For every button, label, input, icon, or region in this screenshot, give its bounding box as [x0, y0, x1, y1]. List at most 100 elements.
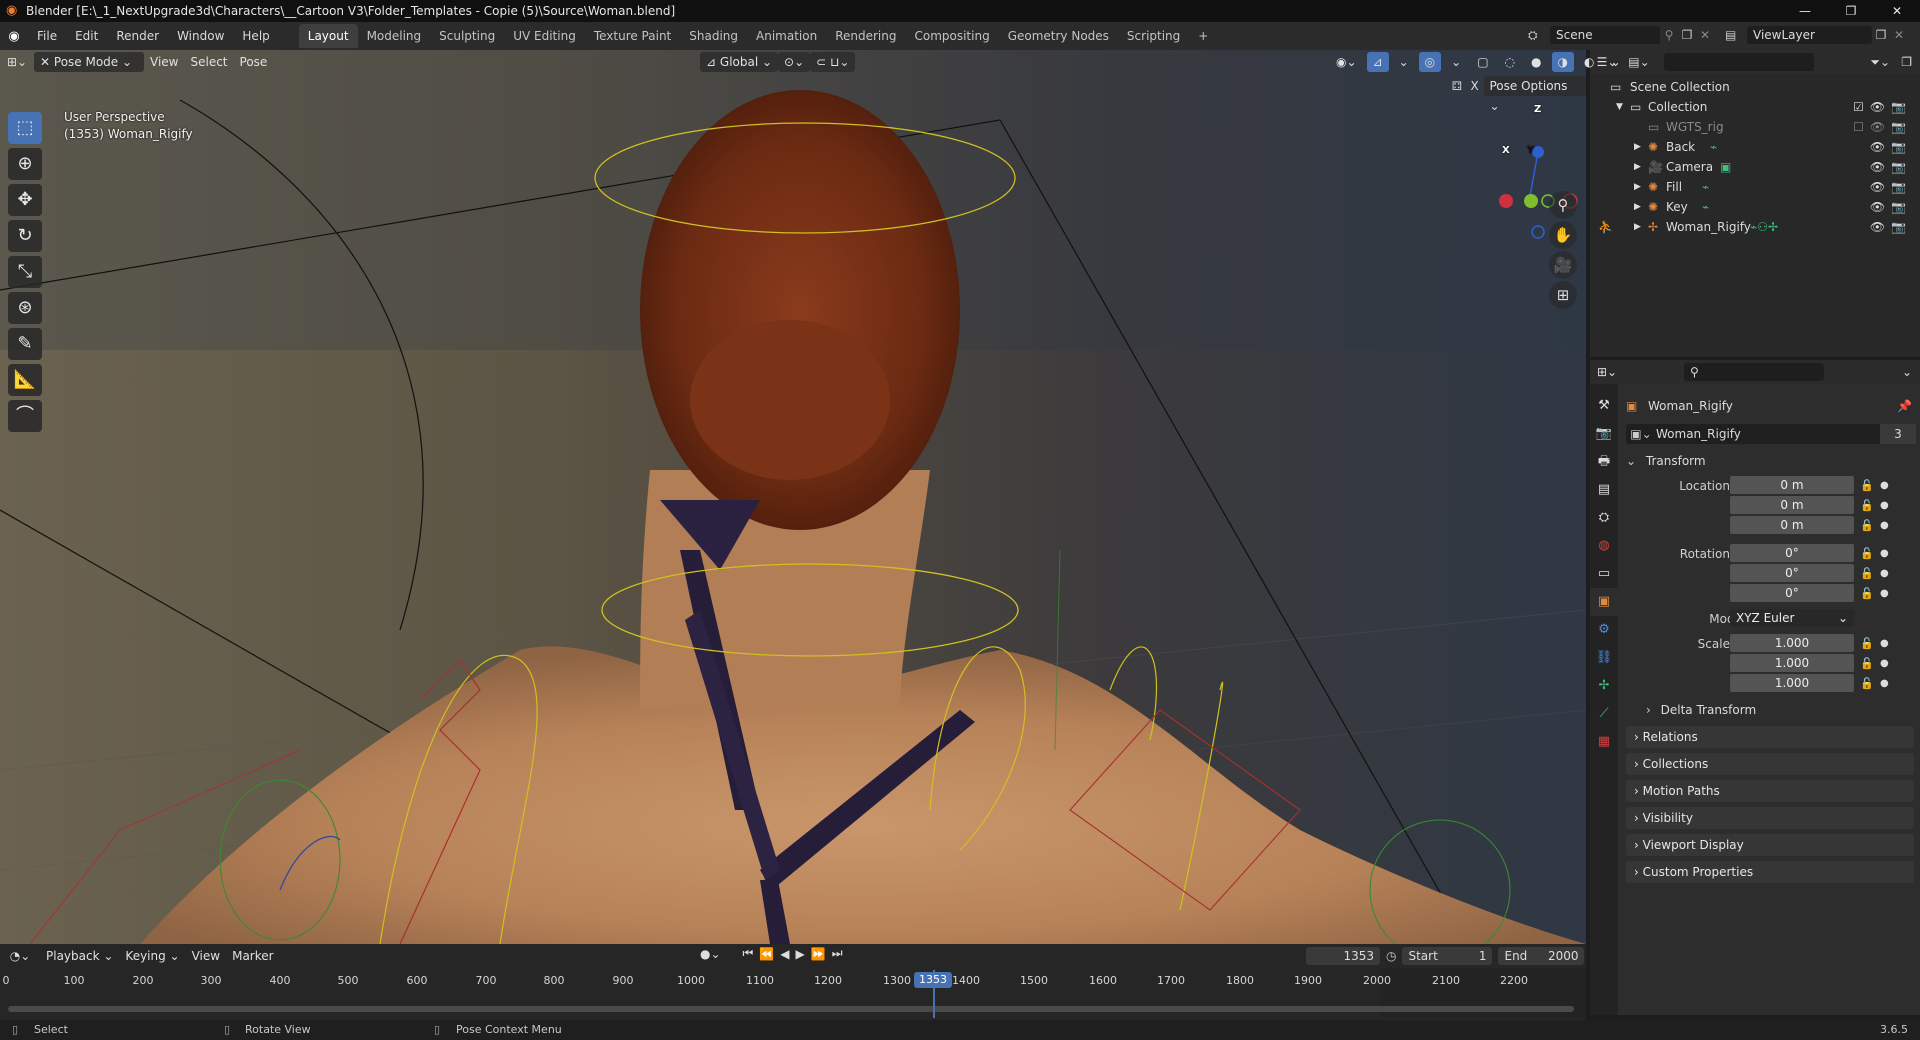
expand-arrow-icon[interactable]: ▶ [1634, 197, 1641, 217]
view-layer-selector[interactable]: ViewLayer [1747, 26, 1872, 44]
gizmo-x-label[interactable]: X [1502, 145, 1510, 156]
lock-icon[interactable]: 🔓 [1860, 654, 1874, 674]
scale-tool-icon[interactable]: ⤡ [8, 256, 42, 288]
tab-texture-paint[interactable]: Texture Paint [585, 24, 680, 48]
lock-icon[interactable]: 🔓 [1860, 476, 1874, 496]
tool-tab-icon[interactable]: ⚒ [1590, 392, 1618, 420]
scene-tab-icon[interactable]: ⛭ [1590, 504, 1618, 532]
modifiers-tab-icon[interactable]: ⚙ [1590, 616, 1618, 644]
menu-view[interactable]: View [144, 52, 184, 72]
material-shading-icon[interactable]: ◑ [1551, 52, 1574, 72]
keyframe-dot-icon[interactable]: ● [1880, 496, 1889, 516]
outliner-search-input[interactable] [1664, 53, 1814, 71]
lock-icon[interactable]: 🔓 [1860, 674, 1874, 694]
tab-geometry-nodes[interactable]: Geometry Nodes [999, 24, 1118, 48]
current-frame-field[interactable]: 1353 [1306, 947, 1380, 965]
tab-rendering[interactable]: Rendering [826, 24, 905, 48]
blender-menu-icon[interactable]: ◉ [0, 29, 28, 44]
object-tab-icon[interactable]: ▣ [1590, 588, 1618, 616]
annotate-tool-icon[interactable]: ✎ [8, 328, 42, 360]
xray-toggle-icon[interactable]: ▢ [1471, 52, 1494, 72]
transform-tool-icon[interactable]: ⊛ [8, 292, 42, 324]
location-y-field[interactable]: 0 m [1730, 496, 1854, 514]
tab-modeling[interactable]: Modeling [358, 24, 431, 48]
menu-keying[interactable]: Keying ⌄ [119, 946, 185, 966]
playhead-label[interactable]: 1353 [914, 972, 952, 988]
keyframe-dot-icon[interactable]: ● [1880, 674, 1889, 694]
scene-pin-icon[interactable]: ⚲ [1660, 28, 1678, 42]
properties-editor-icon[interactable]: ⊞⌄ [1590, 365, 1624, 379]
lock-icon[interactable]: 🔓 [1860, 544, 1874, 564]
visibility-icon[interactable]: ◉⌄ [1330, 52, 1363, 72]
bone-tab-icon[interactable]: ⟋ [1590, 700, 1618, 728]
jump-start-icon[interactable]: ⏮ [743, 946, 754, 961]
panel-collections[interactable]: › Collections [1626, 753, 1914, 775]
constraints-tab-icon[interactable]: ⛓ [1590, 644, 1618, 672]
x-mirror-icon[interactable]: ⚃ [1448, 79, 1466, 93]
overlays-dropdown-icon[interactable]: ⌄ [1445, 52, 1467, 72]
panel-viewport-display[interactable]: › Viewport Display [1626, 834, 1914, 856]
location-z-field[interactable]: 0 m [1730, 516, 1854, 534]
gizmo-dropdown-icon[interactable]: ⌄ [1393, 52, 1415, 72]
start-frame-field[interactable]: Start 1 [1402, 947, 1493, 965]
tab-shading[interactable]: Shading [680, 24, 747, 48]
clock-icon[interactable]: ◷ [1386, 949, 1396, 963]
location-x-field[interactable]: 0 m [1730, 476, 1854, 494]
outliner-collection-row[interactable]: ▼ ▭ Collection ☑👁📷 [1590, 97, 1920, 117]
menu-help[interactable]: Help [233, 24, 278, 48]
play-reverse-icon[interactable]: ◀ [780, 947, 789, 961]
keyframe-dot-icon[interactable]: ● [1880, 564, 1889, 584]
play-icon[interactable]: ▶ [796, 947, 805, 961]
outliner-item-fill[interactable]: ▶ ✺ Fill ⌁ 👁📷 [1590, 177, 1920, 197]
output-tab-icon[interactable]: 🖶 [1590, 448, 1618, 476]
scale-x-field[interactable]: 1.000 [1730, 634, 1854, 652]
transform-orientation-dropdown[interactable]: ⊿ Global ⌄ [700, 52, 779, 72]
texture-tab-icon[interactable]: ▦ [1590, 728, 1618, 756]
woman-rigify-visibility-icons[interactable]: 👁📷 [1870, 217, 1912, 237]
tab-sculpting[interactable]: Sculpting [430, 24, 504, 48]
datablock-users-count[interactable]: 3 [1880, 424, 1916, 444]
add-workspace-button[interactable]: + [1189, 24, 1217, 48]
pivot-point-icon[interactable]: ⊙⌄ [778, 52, 811, 72]
timeline-editor-icon[interactable]: ◔⌄ [0, 949, 40, 963]
scene-selector[interactable]: Scene [1550, 26, 1660, 44]
tab-compositing[interactable]: Compositing [905, 24, 998, 48]
tab-layout[interactable]: Layout [298, 24, 358, 48]
gizmo-toggle-icon[interactable]: ⊿ [1366, 52, 1389, 72]
lock-icon[interactable]: 🔓 [1860, 584, 1874, 604]
lock-icon[interactable]: 🔓 [1860, 634, 1874, 654]
menu-render[interactable]: Render [107, 24, 168, 48]
3d-viewport[interactable]: Z X Y User Perspective (1353) Woman_Rigi… [0, 50, 1586, 944]
keyframe-dot-icon[interactable]: ● [1880, 476, 1889, 496]
solid-shading-icon[interactable]: ● [1525, 52, 1547, 72]
rotation-y-field[interactable]: 0° [1730, 564, 1854, 582]
outliner-display-mode-icon[interactable]: ▤⌄ [1624, 55, 1654, 69]
gizmo-y-label[interactable]: Y [1527, 145, 1534, 156]
expand-arrow-icon[interactable]: ▶ [1634, 157, 1641, 177]
expand-arrow-icon[interactable]: ▼ [1616, 97, 1623, 117]
zoom-icon[interactable]: ⚲ [1549, 191, 1577, 219]
record-icon[interactable]: ●⌄ [700, 947, 721, 961]
menu-file[interactable]: File [28, 24, 66, 48]
outliner-item-key[interactable]: ▶ ✺ Key ⌁ 👁📷 [1590, 197, 1920, 217]
outliner-filter-icon[interactable]: ⏷⌄ [1870, 55, 1890, 70]
tab-scripting[interactable]: Scripting [1118, 24, 1189, 48]
lock-icon[interactable]: 🔓 [1860, 564, 1874, 584]
scale-z-field[interactable]: 1.000 [1730, 674, 1854, 692]
rotation-x-field[interactable]: 0° [1730, 544, 1854, 562]
properties-search-input[interactable]: ⚲ [1684, 363, 1824, 381]
menu-select[interactable]: Select [184, 52, 233, 72]
end-frame-field[interactable]: End 2000 [1498, 947, 1585, 965]
jump-end-icon[interactable]: ⏭ [832, 946, 843, 961]
keyframe-dot-icon[interactable]: ● [1880, 634, 1889, 654]
minimize-button[interactable]: — [1782, 0, 1828, 22]
new-scene-icon[interactable]: ❐ [1678, 28, 1696, 42]
panel-motion-paths[interactable]: › Motion Paths [1626, 780, 1914, 802]
menu-playback[interactable]: Playback ⌄ [40, 946, 119, 966]
lock-icon[interactable]: 🔓 [1860, 496, 1874, 516]
menu-window[interactable]: Window [168, 24, 233, 48]
menu-timeline-view[interactable]: View [186, 946, 226, 966]
menu-marker[interactable]: Marker [226, 946, 279, 966]
wgts-visibility-icons[interactable]: ☐👁📷 [1853, 117, 1912, 137]
mode-dropdown[interactable]: ✕ Pose Mode ⌄ [34, 52, 144, 72]
